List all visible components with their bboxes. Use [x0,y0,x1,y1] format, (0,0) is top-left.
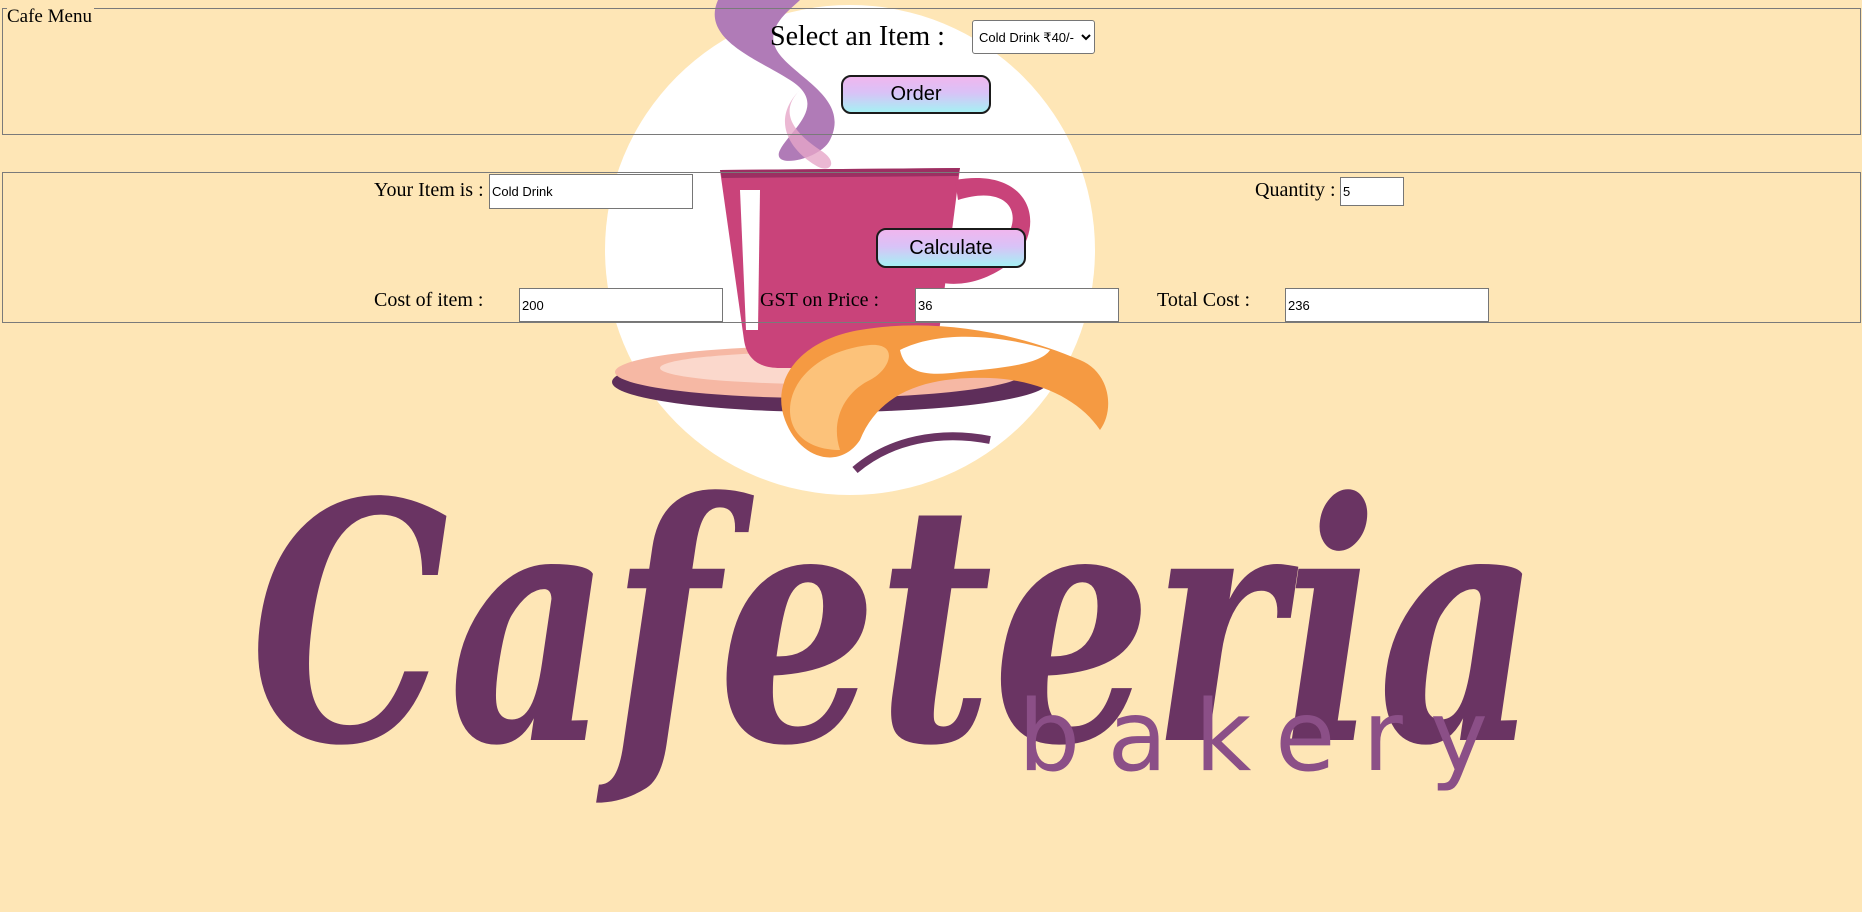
total-cost-field[interactable] [1285,288,1489,322]
calculate-button[interactable]: Calculate [876,228,1026,268]
logo-word: Cafeteria [250,430,1540,818]
cost-of-item-label: Cost of item : [374,289,484,311]
select-item-label: Select an Item : [770,21,945,52]
order-button[interactable]: Order [841,75,991,114]
quantity-label: Quantity : [1255,179,1336,201]
cafeteria-bakery-logo: Cafeteria bakery [250,0,1540,818]
item-select[interactable]: Cold Drink ₹40/- [972,20,1095,54]
gst-on-price-label: GST on Price : [760,289,880,311]
your-item-field[interactable] [489,174,693,209]
cost-of-item-field[interactable] [519,288,723,322]
total-cost-label: Total Cost : [1157,289,1251,311]
your-item-label: Your Item is : [374,179,484,201]
quantity-field[interactable] [1340,177,1404,206]
gst-on-price-field[interactable] [915,288,1119,322]
cafe-menu-legend: Cafe Menu [7,6,94,27]
